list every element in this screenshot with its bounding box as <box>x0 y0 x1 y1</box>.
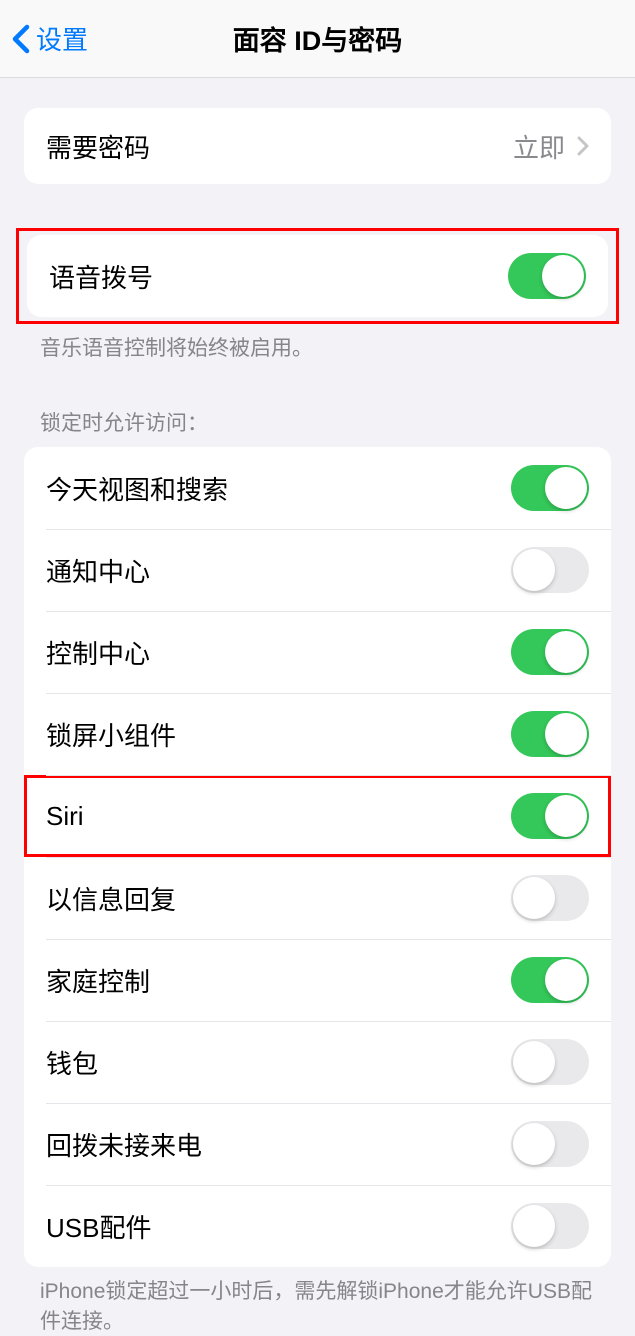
require-passcode-row[interactable]: 需要密码 立即 <box>24 108 611 184</box>
wallet-toggle[interactable] <box>511 1039 589 1085</box>
wallet-row: 钱包 <box>24 1021 611 1103</box>
return-call-row: 回拨未接来电 <box>24 1103 611 1185</box>
notification-center-toggle[interactable] <box>511 547 589 593</box>
siri-label: Siri <box>46 801 84 832</box>
lock-widgets-label: 锁屏小组件 <box>46 716 176 753</box>
today-view-toggle[interactable] <box>511 465 589 511</box>
notification-center-row: 通知中心 <box>24 529 611 611</box>
back-label: 设置 <box>36 20 88 57</box>
voice-dial-group: 语音拨号 <box>27 235 608 317</box>
control-center-toggle[interactable] <box>511 629 589 675</box>
lock-access-group: 今天视图和搜索 通知中心 控制中心 锁屏小组件 Siri 以信息回复 家庭控制 <box>24 447 611 1267</box>
today-view-row: 今天视图和搜索 <box>24 447 611 529</box>
require-passcode-label: 需要密码 <box>46 128 150 165</box>
voice-dial-footer: 音乐语音控制将始终被启用。 <box>0 324 635 363</box>
home-control-toggle[interactable] <box>511 957 589 1003</box>
usb-accessories-row: USB配件 <box>24 1185 611 1267</box>
control-center-label: 控制中心 <box>46 634 150 671</box>
lock-widgets-toggle[interactable] <box>511 711 589 757</box>
usb-accessories-label: USB配件 <box>46 1208 151 1245</box>
home-control-label: 家庭控制 <box>46 962 150 999</box>
siri-toggle[interactable] <box>511 793 589 839</box>
voice-dial-label: 语音拨号 <box>49 258 153 295</box>
reply-message-label: 以信息回复 <box>46 880 176 917</box>
back-chevron-icon <box>12 24 30 54</box>
control-center-row: 控制中心 <box>24 611 611 693</box>
require-passcode-group: 需要密码 立即 <box>24 108 611 184</box>
lock-access-footer: iPhone锁定超过一小时后，需先解锁iPhone才能允许USB配件连接。 <box>0 1267 635 1336</box>
return-call-label: 回拨未接来电 <box>46 1126 202 1163</box>
return-call-toggle[interactable] <box>511 1121 589 1167</box>
voice-dial-row: 语音拨号 <box>27 235 608 317</box>
wallet-label: 钱包 <box>46 1044 98 1081</box>
lock-access-header: 锁定时允许访问： <box>0 407 635 447</box>
page-title: 面容 ID与密码 <box>233 19 403 58</box>
usb-accessories-toggle[interactable] <box>511 1203 589 1249</box>
notification-center-label: 通知中心 <box>46 552 150 589</box>
reply-message-row: 以信息回复 <box>24 857 611 939</box>
require-passcode-value: 立即 <box>513 128 589 165</box>
voice-dial-highlight: 语音拨号 <box>16 228 619 324</box>
chevron-right-icon <box>577 136 589 156</box>
nav-bar: 设置 面容 ID与密码 <box>0 0 635 78</box>
home-control-row: 家庭控制 <box>24 939 611 1021</box>
lock-widgets-row: 锁屏小组件 <box>24 693 611 775</box>
back-button[interactable]: 设置 <box>12 20 88 57</box>
reply-message-toggle[interactable] <box>511 875 589 921</box>
siri-row: Siri <box>24 775 611 857</box>
today-view-label: 今天视图和搜索 <box>46 470 228 507</box>
voice-dial-toggle[interactable] <box>508 253 586 299</box>
